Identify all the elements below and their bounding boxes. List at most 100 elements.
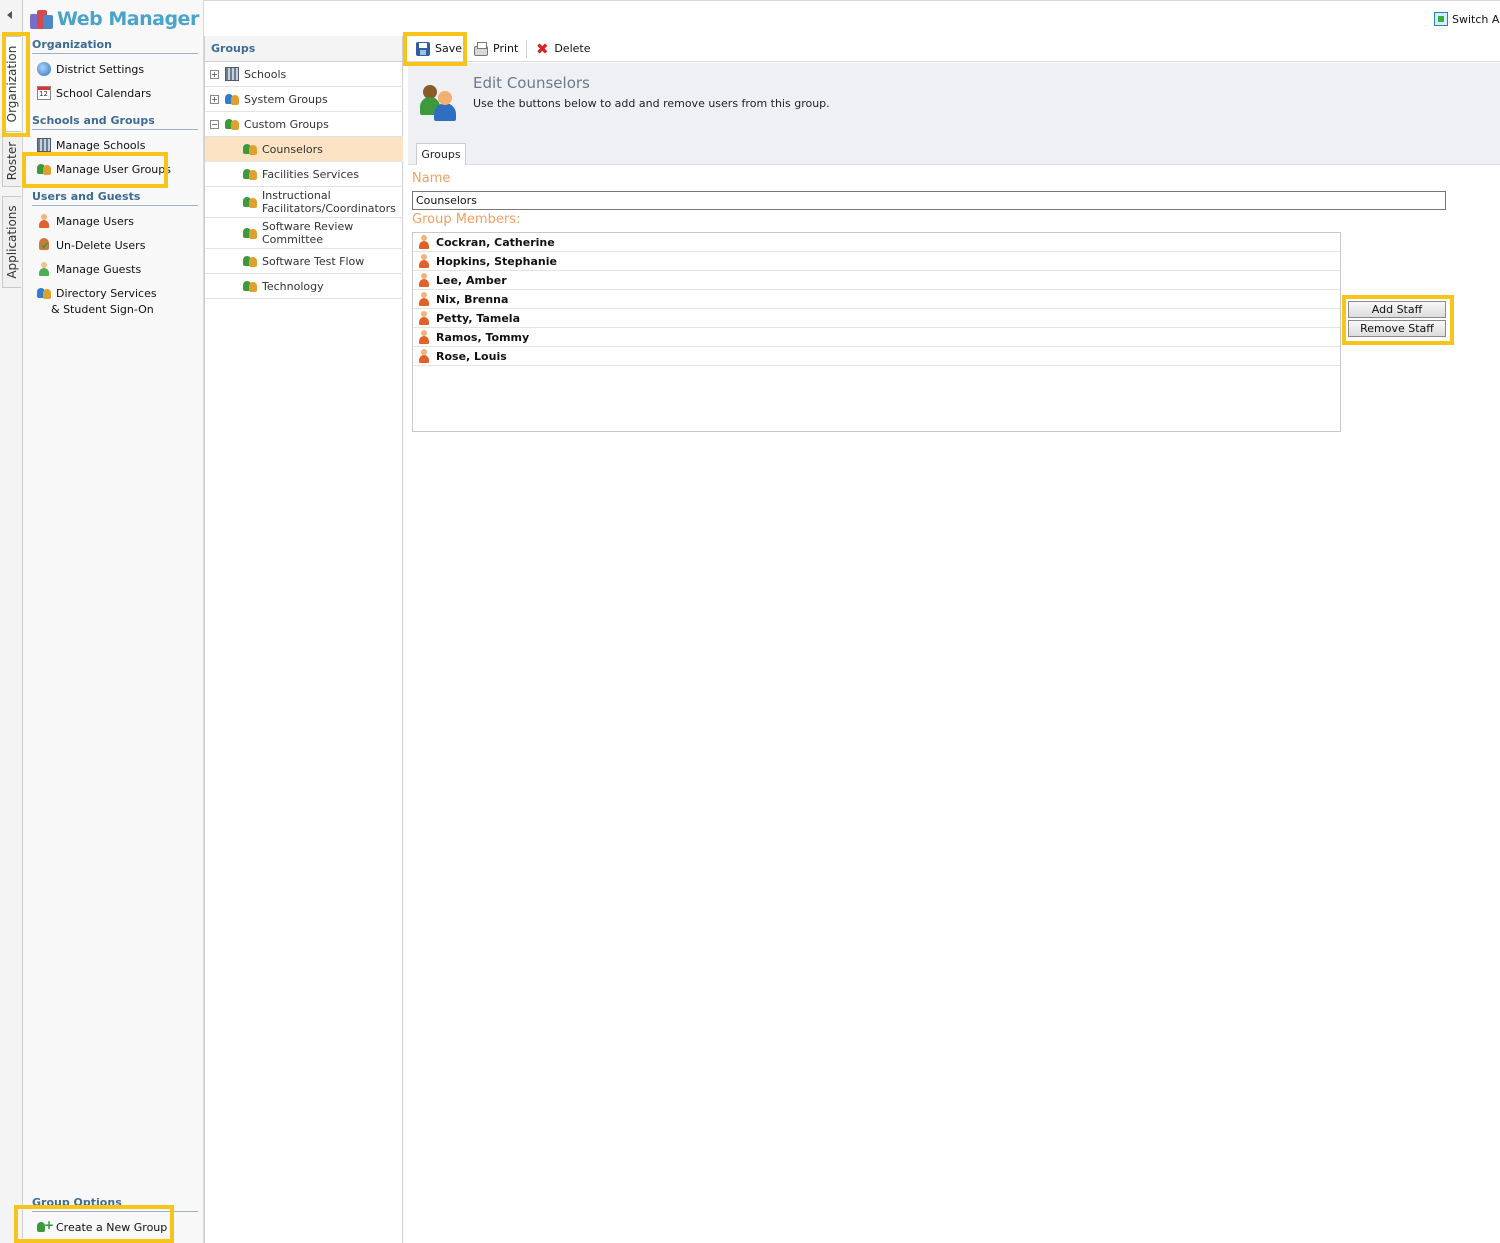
tree-node-schools[interactable]: + Schools [205,62,403,87]
list-item[interactable]: Nix, Brenna [413,290,1340,309]
directory-services-icon [37,286,51,300]
user-group-icon [243,142,257,156]
user-group-icon [243,254,257,268]
save-icon [416,41,430,56]
page-title: Edit Counselors [473,74,590,92]
add-group-icon [37,1218,54,1234]
expand-icon[interactable]: + [210,69,219,79]
tree-node-label-line2: Committee [262,233,324,246]
list-item[interactable]: Rose, Louis [413,347,1340,366]
delete-label: Delete [554,42,591,55]
nav-item-district-settings[interactable]: District Settings [37,62,144,78]
nav-item-label: Create a New Group [56,1221,168,1234]
user-icon [418,235,430,249]
print-button[interactable]: Print [468,37,524,61]
list-item[interactable]: Ramos, Tommy [413,328,1340,347]
calendar-icon [37,86,51,100]
user-group-icon [243,279,257,293]
nav-item-label-line1: Directory Services [56,287,157,300]
add-staff-button[interactable]: Add Staff [1348,301,1446,318]
building-icon [37,138,51,152]
page-description: Use the buttons below to add and remove … [473,97,830,110]
user-group-icon [225,117,239,131]
app-brand: Web Manager [30,6,199,32]
tree-node-software-test-flow[interactable]: Software Test Flow [205,249,403,274]
expand-icon[interactable]: + [210,94,219,104]
member-name: Nix, Brenna [436,292,509,306]
tree-node-label: Schools [244,67,287,81]
tab-organization[interactable]: Organization [2,36,21,132]
tree-node-system-groups[interactable]: + System Groups [205,87,403,112]
tree-node-counselors[interactable]: Counselors [205,137,403,162]
nav-item-label: School Calendars [56,87,152,100]
tab-applications[interactable]: Applications [2,196,21,288]
user-icon [418,311,430,325]
nav-item-label: Manage Guests [56,263,142,276]
nav-item-manage-schools[interactable]: Manage Schools [37,138,145,154]
nav-item-label-line2: & Student Sign-On [51,303,154,316]
collapse-icon[interactable]: − [210,119,219,129]
save-button[interactable]: Save [410,37,468,61]
user-icon [418,254,430,268]
tab-groups[interactable]: Groups [416,143,466,165]
user-group-icon [243,195,257,209]
nav-panel: Web Manager Organization District Settin… [23,0,204,1243]
app-title: Web Manager [57,8,199,30]
tree-node-label: Facilities Services [262,167,360,181]
section-group-options: Group Options [32,1196,198,1212]
tree-node-custom-groups[interactable]: − Custom Groups [205,112,403,137]
section-users-guests: Users and Guests [32,190,198,206]
tree-node-label-line1: Software Review [262,220,354,233]
create-new-group-button[interactable]: Create a New Group [37,1218,168,1236]
group-name-field[interactable] [412,191,1446,210]
tree-node-software-review[interactable]: Software Review Committee [205,218,403,249]
tree-node-label: Counselors [262,142,323,156]
nav-item-school-calendars[interactable]: School Calendars [37,86,151,102]
section-organization: Organization [32,38,198,54]
tab-organization-label: Organization [5,45,19,123]
list-item[interactable]: Hopkins, Stephanie [413,252,1340,271]
save-label: Save [435,42,463,55]
switch-app-button[interactable]: Switch App [1434,12,1500,26]
switch-app-label: Switch App [1452,12,1500,26]
user-icon [418,273,430,287]
user-group-icon [37,162,51,176]
tree-node-label: Software Review Committee [262,220,353,246]
member-name: Rose, Louis [436,349,507,363]
toolbar: Save Print ✖ Delete [404,36,1500,62]
tree-node-facilities-services[interactable]: Facilities Services [205,162,403,187]
system-group-icon [225,92,239,106]
nav-item-manage-guests[interactable]: Manage Guests [37,262,141,278]
delete-button[interactable]: ✖ Delete [529,37,596,61]
list-item[interactable]: Lee, Amber [413,271,1340,290]
tree-node-technology[interactable]: Technology [205,274,403,299]
tree-node-label: Technology [262,279,324,293]
building-icon [225,67,239,81]
print-icon [474,41,489,56]
remove-staff-button[interactable]: Remove Staff [1348,320,1446,337]
tab-roster[interactable]: Roster [2,135,21,187]
group-members-list[interactable]: Cockran, Catherine Hopkins, Stephanie Le… [412,232,1341,432]
tab-applications-label: Applications [5,205,19,279]
user-group-icon [243,226,257,240]
nav-item-label: Manage Users [56,215,134,228]
delete-icon: ✖ [536,39,549,58]
content-header: Edit Counselors Use the buttons below to… [408,63,1500,165]
tree-node-instructional-facilitators[interactable]: Instructional Facilitators/Coordinators [205,187,403,218]
nav-item-directory-services[interactable]: Directory Services & Student Sign-On [37,286,157,318]
nav-item-manage-user-groups[interactable]: Manage User Groups [37,162,171,178]
nav-item-undelete-users[interactable]: Un-Delete Users [37,238,145,254]
guest-icon [37,262,51,276]
undelete-user-icon [37,238,51,252]
nav-item-label: Directory Services & Student Sign-On [51,286,157,318]
nav-item-label: Manage Schools [56,139,146,152]
collapse-arrow-icon[interactable] [7,11,12,19]
group-members-label: Group Members: [412,212,521,227]
member-name: Petty, Tamela [436,311,520,325]
user-icon [37,214,51,228]
list-item[interactable]: Petty, Tamela [413,309,1340,328]
list-item[interactable]: Cockran, Catherine [413,233,1340,252]
nav-item-manage-users[interactable]: Manage Users [37,214,134,230]
user-icon [418,292,430,306]
globe-icon [37,62,51,76]
